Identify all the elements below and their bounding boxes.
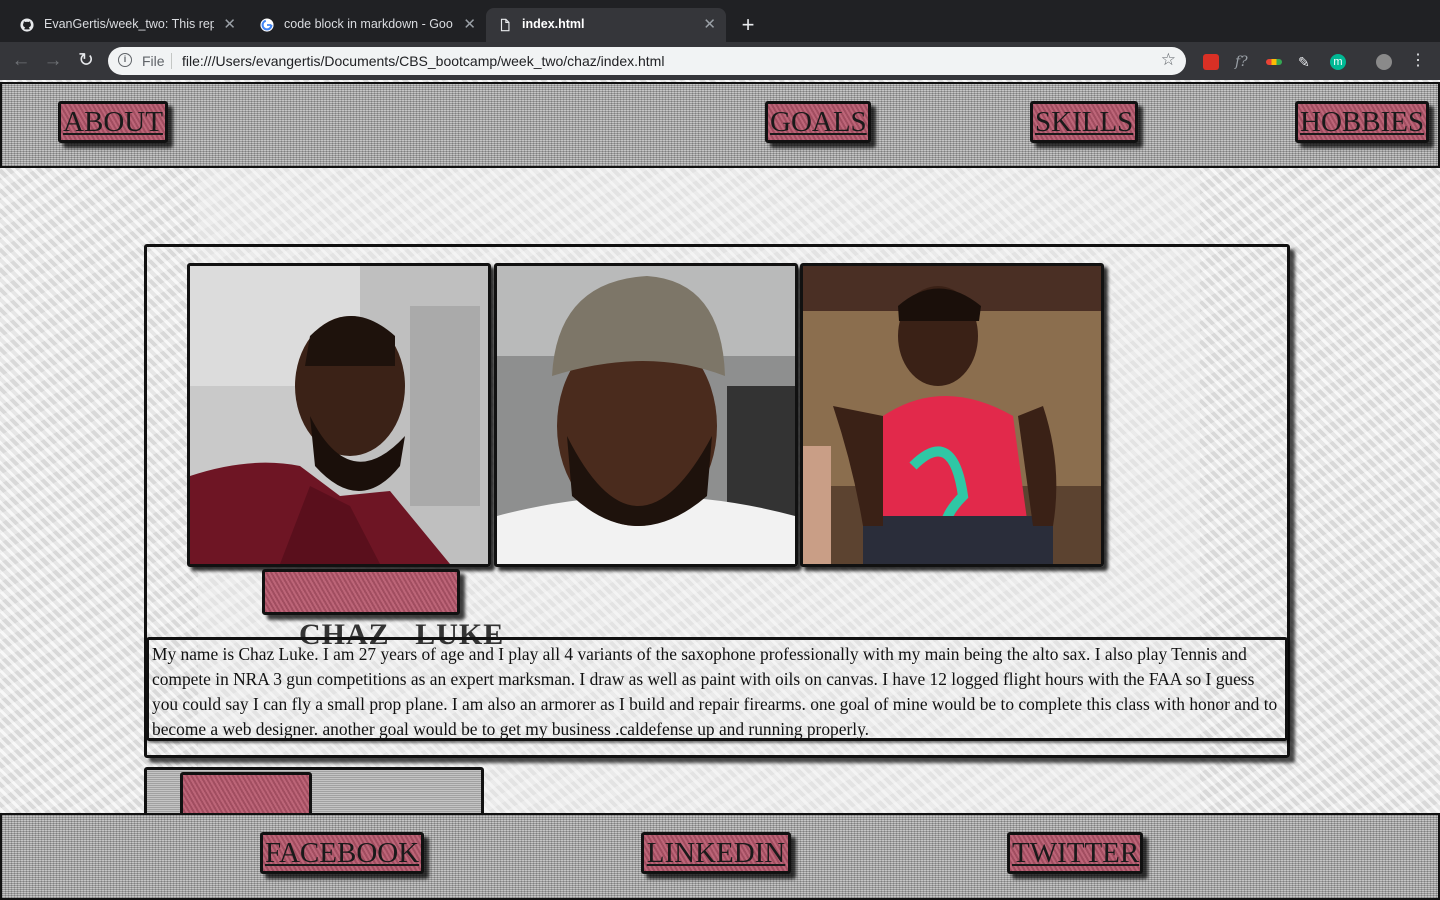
bookmark-star-icon[interactable]: ☆ — [1161, 50, 1176, 70]
close-icon[interactable]: ✕ — [463, 15, 476, 33]
footer-bar: FACEBOOK LINKEDIN TWITTER — [0, 813, 1440, 900]
extension-brush-icon[interactable]: ✎ — [1298, 54, 1314, 70]
extension-color-icon[interactable] — [1266, 59, 1282, 65]
profile-photo-2 — [494, 263, 798, 567]
extension-red-icon[interactable] — [1203, 54, 1219, 70]
nav-goals-link[interactable]: GOALS — [765, 101, 871, 143]
browser-toolbar: ← → ↻ i File file:///Users/evangertis/Do… — [0, 42, 1440, 80]
top-navbar: ABOUT GOALS SKILLS HOBBIES — [0, 82, 1440, 168]
browser-tab-strip: EvanGertis/week_two: This rep ✕ code blo… — [0, 0, 1440, 42]
footer-facebook-link[interactable]: FACEBOOK — [260, 832, 424, 874]
profile-name-plate: CHAZ LUKE — [262, 569, 503, 651]
page-viewport: ABOUT GOALS SKILLS HOBBIES CHAZ LUKE My … — [0, 80, 1440, 900]
profile-avatar[interactable] — [1376, 54, 1392, 70]
reload-icon[interactable]: ↻ — [74, 49, 98, 73]
file-icon — [500, 18, 510, 32]
footer-linkedin-link[interactable]: LINKEDIN — [641, 832, 791, 874]
profile-bio: My name is Chaz Luke. I am 27 years of a… — [146, 637, 1288, 741]
nav-hobbies-link[interactable]: HOBBIES — [1295, 101, 1429, 143]
github-icon — [20, 18, 34, 32]
close-icon[interactable]: ✕ — [223, 15, 236, 33]
tab-title: EvanGertis/week_two: This rep — [44, 17, 214, 31]
address-url[interactable]: file:///Users/evangertis/Documents/CBS_b… — [182, 53, 664, 69]
forward-arrow-icon[interactable]: → — [41, 49, 65, 73]
nav-skills-link[interactable]: SKILLS — [1030, 101, 1138, 143]
tab-title: code block in markdown - Goo — [284, 17, 453, 31]
close-icon[interactable]: ✕ — [703, 15, 716, 33]
info-icon[interactable]: i — [118, 53, 132, 67]
back-arrow-icon[interactable]: ← — [9, 49, 33, 73]
browser-tab-google[interactable]: code block in markdown - Goo ✕ — [248, 8, 486, 42]
address-scheme: File — [142, 53, 165, 69]
browser-tab-github[interactable]: EvanGertis/week_two: This rep ✕ — [8, 8, 246, 42]
browser-tab-index[interactable]: index.html ✕ — [486, 8, 726, 42]
new-tab-icon[interactable]: + — [736, 13, 760, 37]
footer-twitter-link[interactable]: TWITTER — [1007, 832, 1143, 874]
nav-about-link[interactable]: ABOUT — [58, 101, 168, 143]
profile-photo-3 — [800, 263, 1104, 567]
address-divider — [171, 53, 172, 69]
address-bar[interactable]: i File file:///Users/evangertis/Document… — [108, 47, 1186, 75]
kebab-menu-icon[interactable]: ⋮ — [1406, 49, 1430, 73]
profile-photo-1 — [187, 263, 491, 567]
tab-title: index.html — [522, 17, 585, 31]
extension-font-icon[interactable]: f? — [1235, 54, 1251, 70]
extension-m-icon[interactable]: m — [1330, 54, 1346, 70]
google-icon — [260, 18, 274, 32]
